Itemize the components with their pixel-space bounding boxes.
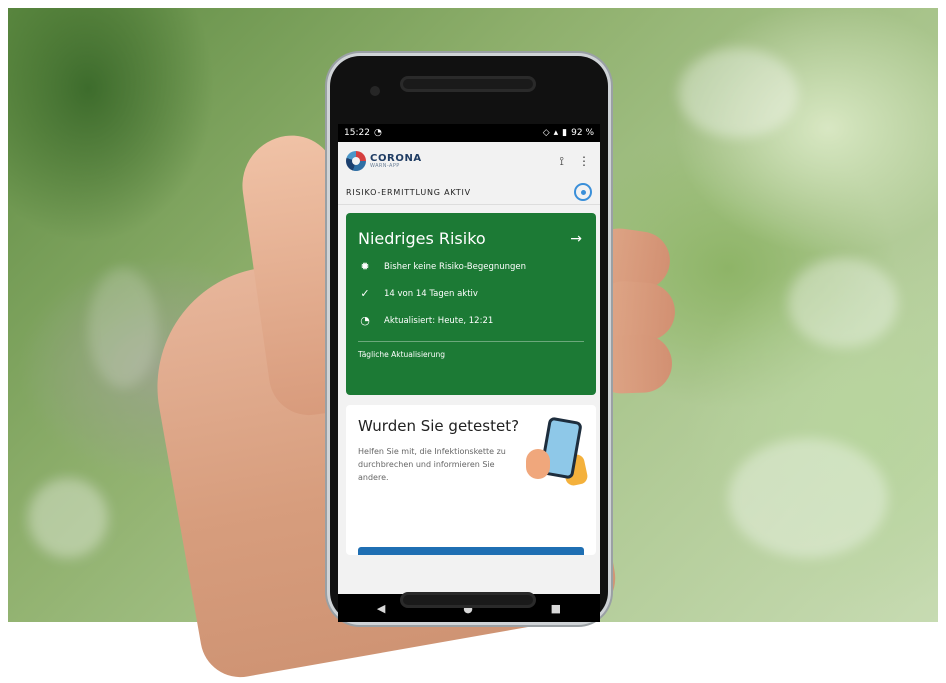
tracing-status-label: RISIKO-ERMITTLUNG AKTIV: [346, 187, 471, 197]
bottom-speaker: [400, 592, 536, 608]
arrow-right-icon: →: [570, 231, 582, 247]
risk-item: ✹ Bisher keine Risiko-Begegnungen: [358, 260, 584, 273]
top-speaker: [400, 76, 536, 92]
smartphone: 15:22 ◔ ◇ ▴ ▮ 92 % CORONA WARN-APP ⟟ ⋮ R…: [330, 56, 608, 622]
notification-icon: ◔: [373, 128, 382, 138]
phone-screen: 15:22 ◔ ◇ ▴ ▮ 92 % CORONA WARN-APP ⟟ ⋮ R…: [338, 124, 600, 594]
logo-title: CORONA: [370, 152, 422, 164]
more-vertical-icon[interactable]: ⋮: [578, 154, 590, 169]
battery-icon: ▮: [562, 128, 568, 138]
wifi-icon: ◇: [542, 128, 550, 138]
signal-icon: ▴: [553, 128, 559, 138]
app-bar: CORONA WARN-APP ⟟ ⋮: [338, 142, 600, 180]
app-logo: CORONA WARN-APP: [346, 151, 422, 171]
logo-subtitle: WARN-APP: [370, 162, 400, 169]
status-bar: 15:22 ◔ ◇ ▴ ▮ 92 %: [338, 124, 600, 142]
risk-item-text: Aktualisiert: Heute, 12:21: [384, 315, 494, 326]
front-camera: [370, 86, 380, 96]
clock-icon: ◔: [360, 314, 370, 327]
risk-title: Niedriges Risiko: [358, 229, 486, 248]
risk-card[interactable]: Niedriges Risiko → ✹ Bisher keine Risiko…: [346, 213, 596, 395]
risk-item-text: Bisher keine Risiko-Begegnungen: [384, 261, 527, 272]
test-description: Helfen Sie mit, die Infektionskette zu d…: [358, 447, 506, 482]
radar-icon: [574, 183, 592, 201]
risk-item-text: 14 von 14 Tagen aktiv: [384, 288, 478, 299]
risk-item: ◔ Aktualisiert: Heute, 12:21: [358, 314, 584, 327]
risk-item: ✓ 14 von 14 Tagen aktiv: [358, 287, 584, 300]
check-circle-icon: ✓: [360, 287, 370, 300]
risk-footer: Tägliche Aktualisierung: [358, 341, 584, 359]
back-button[interactable]: ◀: [377, 602, 385, 615]
status-time: 15:22: [344, 128, 370, 138]
tracing-status-row[interactable]: RISIKO-ERMITTLUNG AKTIV: [338, 180, 600, 205]
test-button[interactable]: [358, 547, 584, 555]
share-icon[interactable]: ⟟: [560, 154, 564, 169]
recent-apps-button[interactable]: ■: [551, 602, 561, 615]
phone-in-hand-illustration: [524, 415, 590, 491]
virus-icon: ✹: [360, 260, 370, 273]
battery-text: 92 %: [571, 128, 594, 138]
test-card[interactable]: Wurden Sie getestet? Helfen Sie mit, die…: [346, 405, 596, 555]
corona-logo-icon: [346, 151, 366, 171]
